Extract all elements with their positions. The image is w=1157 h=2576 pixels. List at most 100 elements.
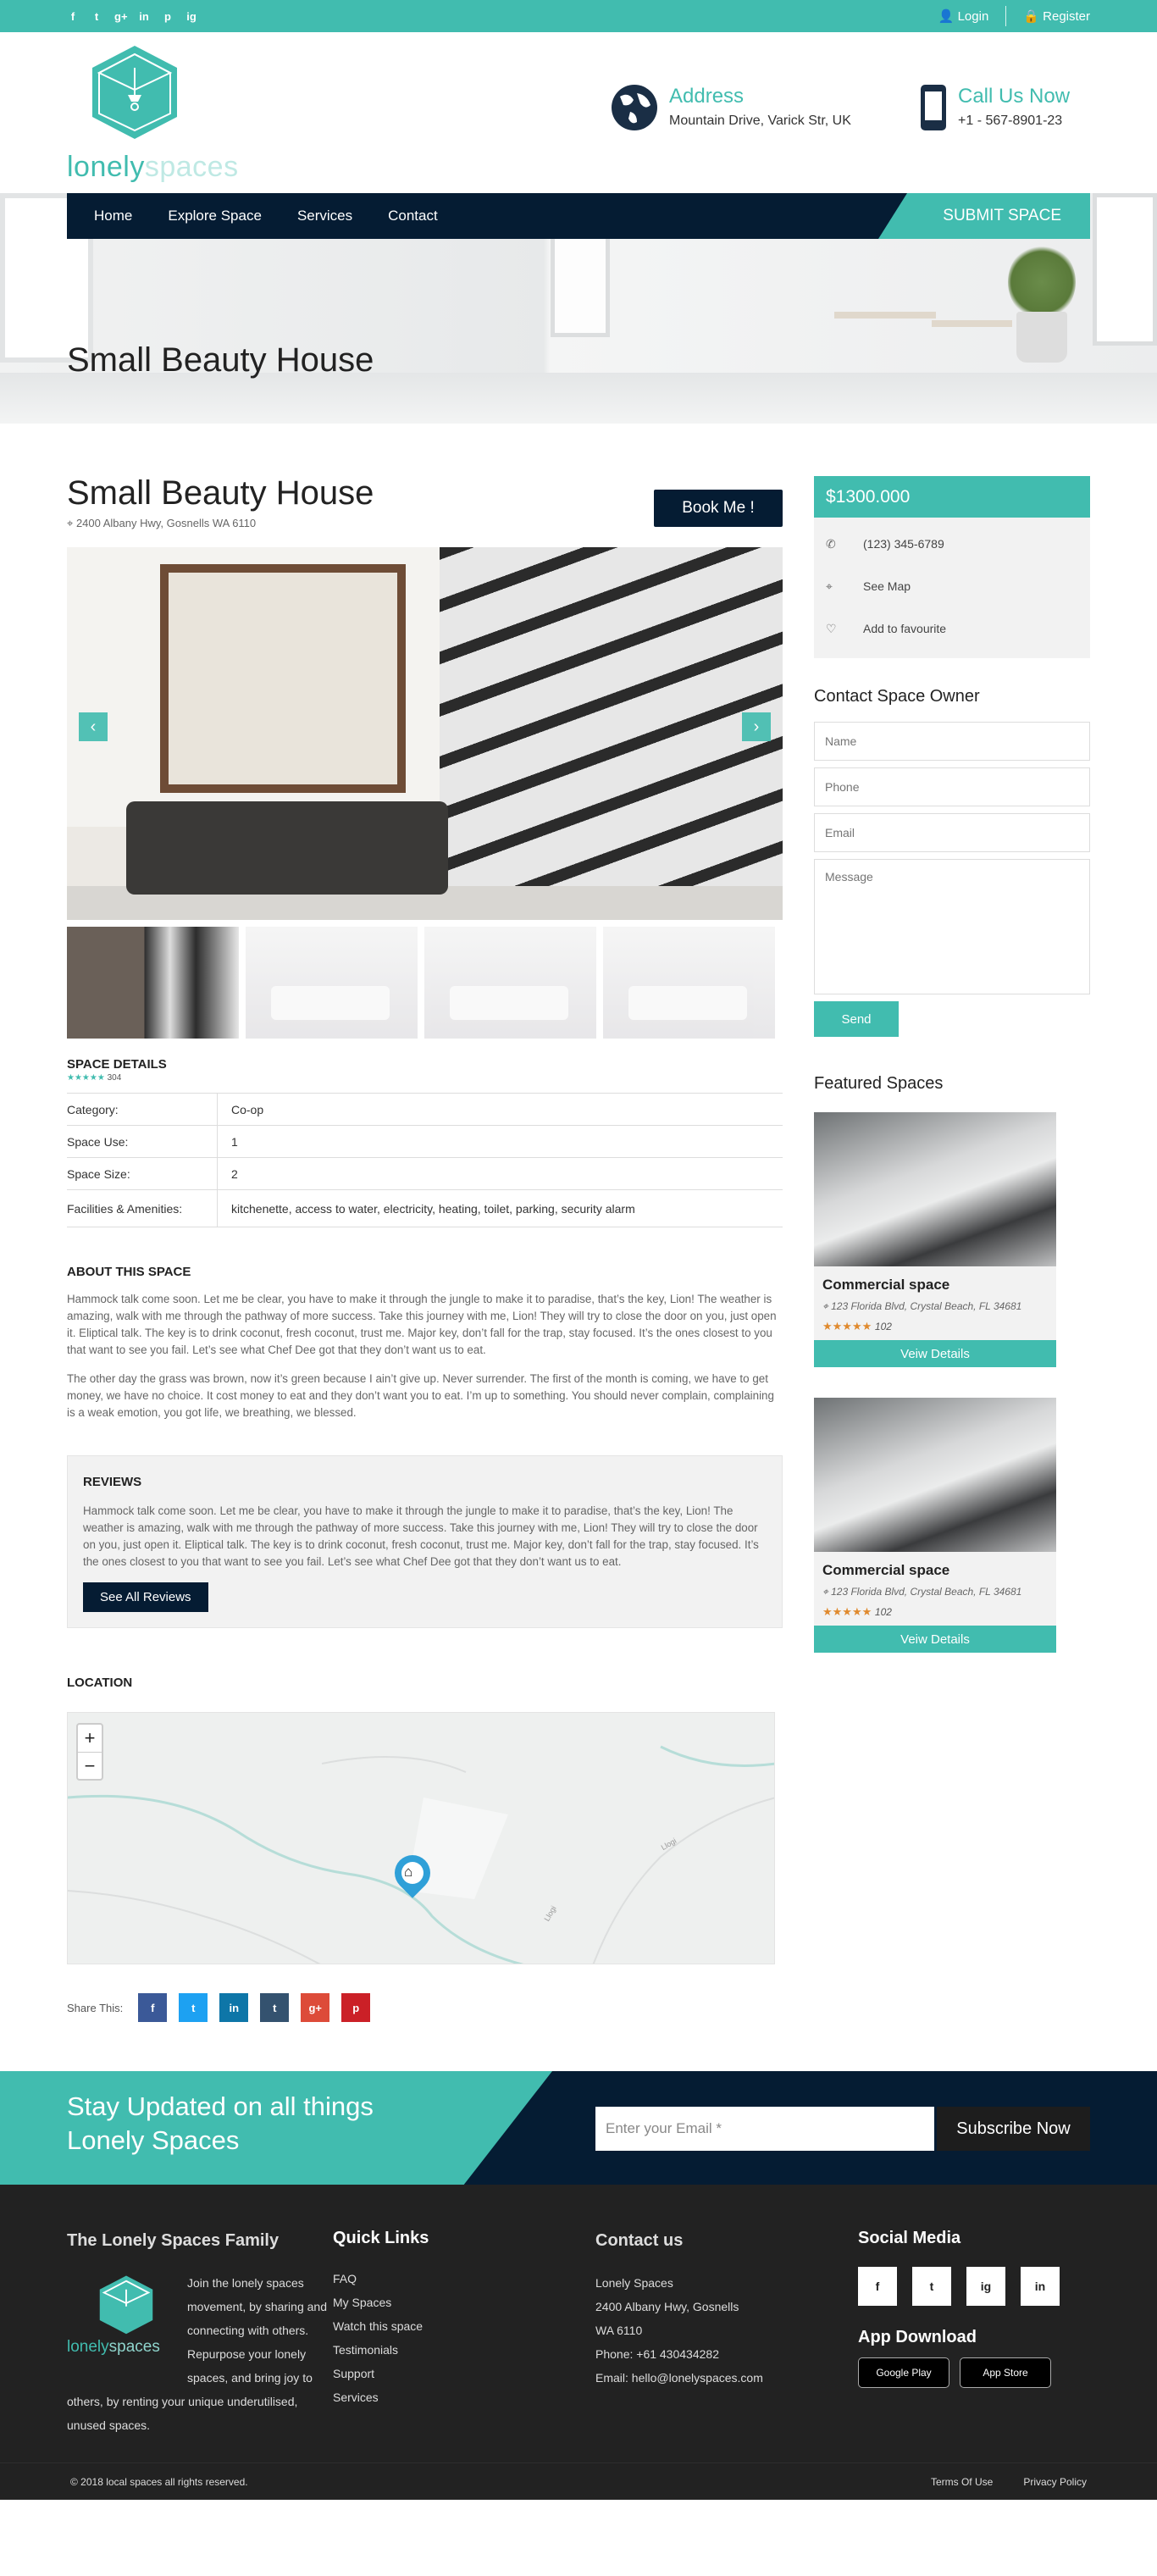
logo[interactable]: lonelyspaces [67,42,245,186]
footer-link-testimonials[interactable]: Testimonials [333,2338,595,2362]
card-title[interactable]: Commercial space [822,1562,1048,1579]
app-store-badge[interactable]: App Store [960,2357,1051,2388]
featured-image[interactable] [814,1398,1056,1552]
table-row: Facilities & Amenities: kitchenette, acce… [67,1190,783,1227]
email-input[interactable] [814,813,1090,852]
footer-family: The Lonely Spaces Family lonelyspaces Jo… [67,2229,333,2437]
thumbnail[interactable] [67,927,239,1039]
pinterest-share-icon[interactable]: p [341,1993,371,2022]
footer-link-faq[interactable]: FAQ [333,2267,595,2291]
privacy-link[interactable]: Privacy Policy [1023,2476,1087,2488]
zoom-out-button[interactable]: − [78,1752,102,1779]
twitter-icon[interactable]: t [91,10,102,23]
listing-address: ⌖ 2400 Albany Hwy, Gosnells WA 6110 [67,517,374,530]
linkedin-icon[interactable]: in [1021,2267,1060,2306]
card-title[interactable]: Commercial space [822,1277,1048,1294]
slider-next-button[interactable]: › [742,712,771,741]
slide-stairs [440,547,783,920]
linkedin-share-icon[interactable]: in [219,1993,249,2022]
facebook-share-icon[interactable]: f [138,1993,168,2022]
register-link[interactable]: 🔒 Register [1023,8,1090,24]
footer-link-support[interactable]: Support [333,2362,595,2385]
nav-services[interactable]: Services [297,208,352,224]
slide-sofa [126,801,448,895]
contact-form: Send [814,722,1090,1037]
card-rating: ★★★★★ 102 [822,1605,1048,1619]
zoom-in-button[interactable]: + [78,1725,102,1752]
hero-floor [0,373,1157,424]
footer-heading: Contact us [595,2231,684,2250]
instagram-icon[interactable]: ig [966,2267,1005,2306]
contact-line: 2400 Albany Hwy, Gosnells [595,2300,739,2313]
instagram-icon[interactable]: ig [185,10,197,23]
login-label: Login [957,9,989,24]
book-me-button[interactable]: Book Me ! [654,490,783,527]
see-map-row[interactable]: ⌖ See Map [826,565,1078,607]
footer-bottom: © 2018 local spaces all rights reserved.… [0,2462,1157,2500]
nav-explore-space[interactable]: Explore Space [168,208,262,224]
logo-text: lonelyspaces [67,151,239,184]
contact-owner-heading: Contact Space Owner [814,687,980,706]
google-play-badge[interactable]: Google Play [858,2357,949,2388]
submit-space-button[interactable]: SUBMIT SPACE [878,193,1090,239]
footer-link-watch[interactable]: Watch this space [333,2314,595,2338]
favourite-row[interactable]: ♡ Add to favourite [826,607,1078,650]
about-heading: ABOUT THIS SPACE [67,1265,191,1279]
subscribe-button[interactable]: Subscribe Now [937,2107,1090,2151]
pinterest-icon[interactable]: p [162,10,174,23]
name-input[interactable] [814,722,1090,761]
info-box: ✆ (123) 345-6789 ⌖ See Map ♡ Add to favouri… [814,518,1090,658]
linkedin-icon[interactable]: in [138,10,150,23]
contact-line: Lonely Spaces [595,2276,673,2290]
table-row: Space Size: 2 [67,1158,783,1190]
message-input[interactable] [814,859,1090,994]
login-link[interactable]: 👤 Login [938,8,989,24]
heart-icon: ♡ [826,621,837,635]
phone-icon [921,85,946,130]
detail-value: 1 [231,1134,238,1149]
slide-window [160,564,406,793]
call-value[interactable]: +1 - 567-8901-23 [958,114,1070,129]
detail-key: Facilities & Amenities: [67,1190,218,1227]
google-plus-share-icon[interactable]: g+ [301,1993,330,2022]
nav-home[interactable]: Home [94,208,132,224]
table-row: Space Use: 1 [67,1126,783,1158]
slider-prev-button[interactable]: ‹ [79,712,108,741]
facebook-icon[interactable]: f [858,2267,897,2306]
footer-contact: Contact us Lonely Spaces 2400 Albany Hwy… [595,2229,858,2437]
view-details-button[interactable]: Veiw Details [814,1626,1056,1653]
facebook-icon[interactable]: f [67,10,79,23]
nav-contact[interactable]: Contact [388,208,438,224]
see-all-reviews-button[interactable]: See All Reviews [83,1582,208,1612]
featured-image[interactable] [814,1112,1056,1266]
phone-icon: ✆ [826,536,836,551]
map-pin-icon: ⌖ [822,1586,832,1598]
thumbnail[interactable] [603,927,775,1039]
twitter-share-icon[interactable]: t [179,1993,208,2022]
phone-row[interactable]: ✆ (123) 345-6789 [826,523,1078,565]
detail-value: Co-op [231,1102,264,1116]
featured-card: Commercial space ⌖ 123 Florida Blvd, Cry… [814,1112,1056,1367]
view-details-button[interactable]: Veiw Details [814,1340,1056,1367]
call-title: Call Us Now [958,85,1071,108]
footer-link-services[interactable]: Services [333,2385,595,2409]
google-plus-icon[interactable]: g+ [114,10,128,23]
phone-input[interactable] [814,767,1090,806]
footer-logo-text: lonelyspaces [67,2335,160,2359]
map[interactable]: Llogi Llogi + − ⌂ [67,1712,775,1964]
table-row: Category: Co-op [67,1094,783,1126]
image-slider[interactable]: ‹ › [67,547,783,920]
contact-line[interactable]: Email: hello@lonelyspaces.com [595,2366,858,2390]
terms-link[interactable]: Terms Of Use [931,2476,993,2488]
thumbnail[interactable] [246,927,418,1039]
thumbnail[interactable] [424,927,596,1039]
send-button[interactable]: Send [814,1001,899,1037]
twitter-icon[interactable]: t [912,2267,951,2306]
tumblr-share-icon[interactable]: t [260,1993,290,2022]
card-address-text: 123 Florida Blvd, Crystal Beach, FL 3468… [831,1586,1022,1598]
footer-logo-text-accent: spaces [108,2338,160,2356]
footer-link-my-spaces[interactable]: My Spaces [333,2291,595,2314]
space-details-heading: SPACE DETAILS [67,1057,167,1072]
contact-line[interactable]: Phone: +61 430434282 [595,2342,858,2366]
newsletter-email-input[interactable]: Enter your Email * [595,2107,934,2151]
